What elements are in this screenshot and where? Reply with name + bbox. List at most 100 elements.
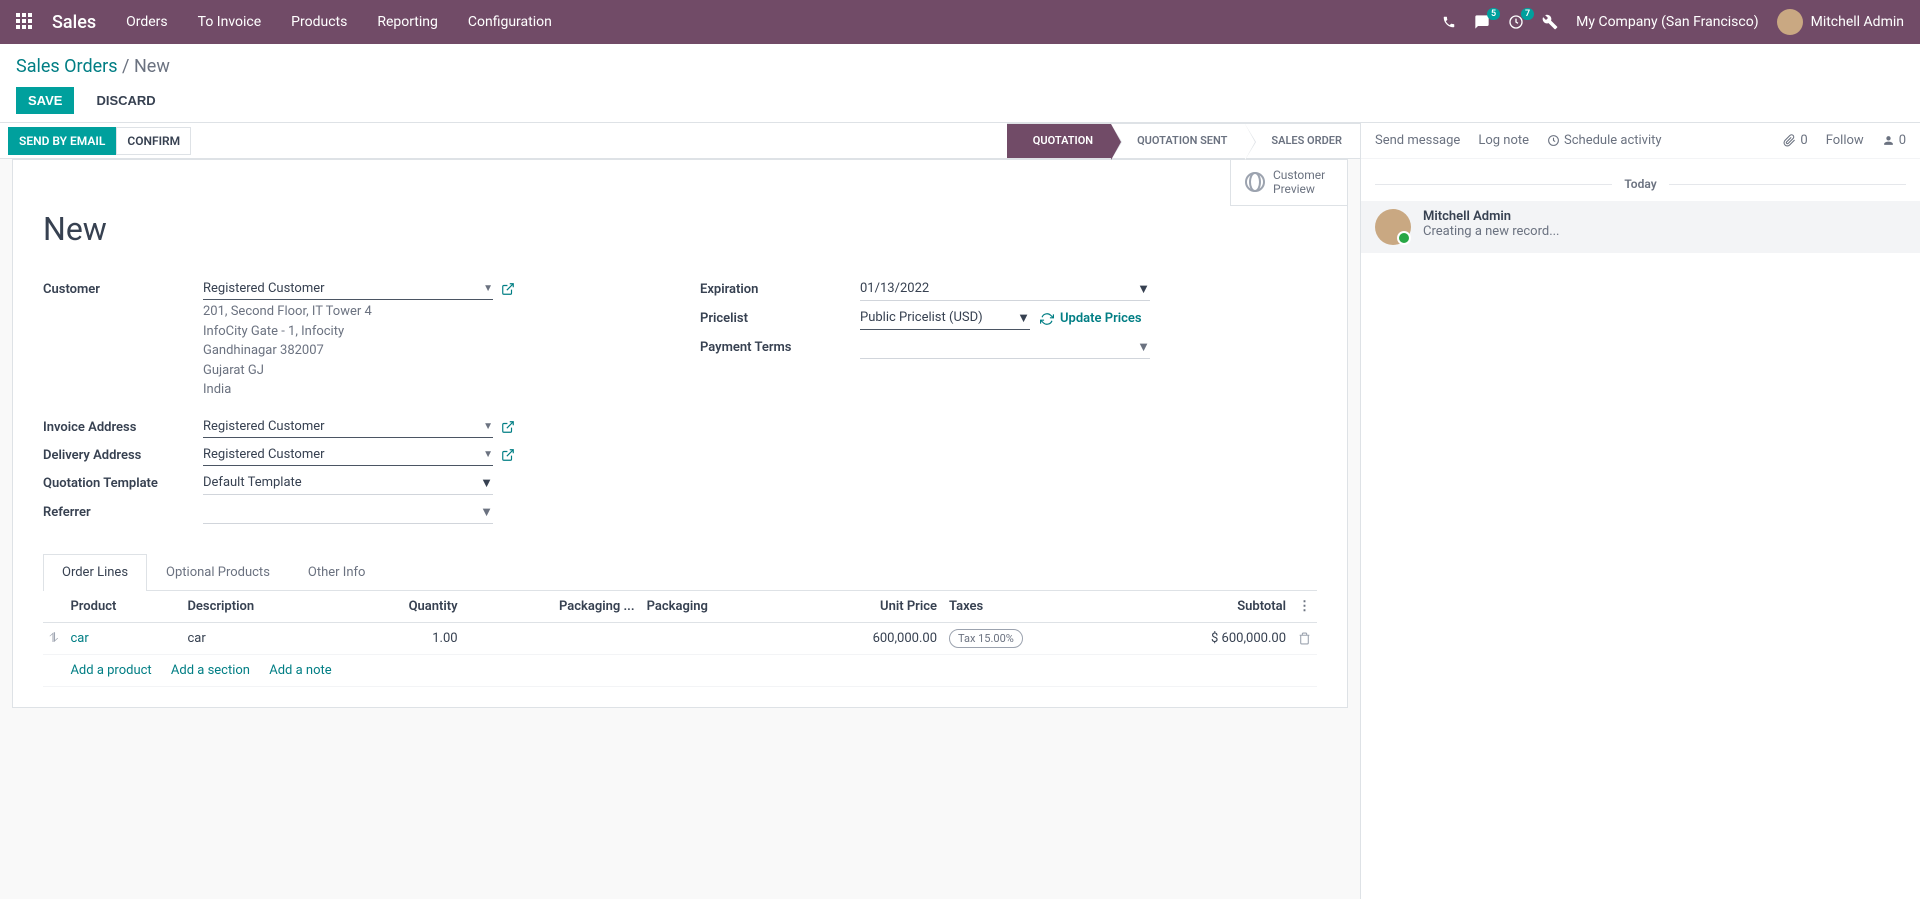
follow-button[interactable]: Follow	[1826, 133, 1864, 148]
customer-address: 201, Second Floor, IT Tower 4 InfoCity G…	[203, 302, 660, 400]
form-right: Expiration 01/13/2022▼ Pricelist Public …	[700, 278, 1317, 530]
tab-optional-products[interactable]: Optional Products	[147, 554, 289, 590]
col-taxes: Taxes	[943, 591, 1116, 623]
refresh-icon	[1040, 312, 1054, 326]
breadcrumb-root[interactable]: Sales Orders	[16, 56, 118, 77]
label-invoice-address: Invoice Address	[43, 416, 203, 438]
col-packaging: Packaging	[641, 591, 789, 623]
chevron-down-icon: ▼	[1137, 339, 1150, 355]
schedule-activity-button[interactable]: Schedule activity	[1547, 133, 1662, 148]
add-product-link[interactable]: Add a product	[70, 663, 151, 678]
invoice-address-field[interactable]: Registered Customer▼	[203, 416, 493, 438]
top-menu: Orders To Invoice Products Reporting Con…	[126, 14, 552, 30]
customer-field[interactable]: Registered Customer▼	[203, 278, 493, 300]
chatter-toolbar: Send message Log note Schedule activity …	[1361, 123, 1920, 159]
order-lines-table: Product Description Quantity Packaging .…	[43, 591, 1317, 687]
attachments-count[interactable]: 0	[1783, 133, 1807, 148]
update-prices-button[interactable]: Update Prices	[1040, 311, 1142, 326]
delivery-address-field[interactable]: Registered Customer▼	[203, 444, 493, 466]
globe-icon	[1245, 172, 1265, 192]
external-link-icon[interactable]	[501, 420, 515, 434]
user-name: Mitchell Admin	[1811, 14, 1904, 30]
user-menu[interactable]: Mitchell Admin	[1777, 9, 1904, 35]
message-text: Creating a new record...	[1423, 224, 1560, 239]
add-section-link[interactable]: Add a section	[171, 663, 250, 678]
messages-icon[interactable]: 5	[1474, 14, 1490, 30]
cell-description[interactable]: car	[181, 622, 340, 654]
label-pricelist: Pricelist	[700, 307, 860, 330]
form-sheet: Customer Preview New Customer Registered…	[12, 159, 1348, 708]
stage-quotation-sent[interactable]: QUOTATION SENT	[1111, 123, 1245, 159]
col-packaging-qty: Packaging ...	[464, 591, 641, 623]
followers-count[interactable]: 0	[1882, 133, 1906, 148]
form-left: Customer Registered Customer▼ 201, Secon…	[43, 278, 660, 530]
table-row[interactable]: ⥮ car car 1.00 600,000.00 Tax 15.00% $ 6…	[43, 622, 1317, 654]
menu-to-invoice[interactable]: To Invoice	[198, 14, 262, 30]
payment-terms-field[interactable]: ▼	[860, 336, 1150, 359]
paperclip-icon	[1783, 134, 1796, 147]
tab-other-info[interactable]: Other Info	[289, 554, 385, 590]
messages-badge: 5	[1487, 8, 1500, 20]
notebook-tabs: Order Lines Optional Products Other Info	[43, 554, 1317, 591]
col-unit-price: Unit Price	[789, 591, 943, 623]
label-customer: Customer	[43, 278, 203, 410]
main: SEND BY EMAIL CONFIRM QUOTATION QUOTATIO…	[0, 122, 1920, 899]
col-description: Description	[181, 591, 340, 623]
phone-icon[interactable]	[1442, 15, 1456, 29]
drag-handle-icon[interactable]: ⥮	[49, 631, 58, 646]
send-message-button[interactable]: Send message	[1375, 133, 1460, 148]
apps-icon[interactable]	[16, 13, 34, 31]
add-note-link[interactable]: Add a note	[269, 663, 331, 678]
avatar-icon	[1375, 209, 1411, 245]
kebab-icon[interactable]: ⋮	[1298, 599, 1311, 614]
chatter-date-separator: Today	[1361, 177, 1920, 191]
label-referrer: Referrer	[43, 501, 203, 524]
tax-badge[interactable]: Tax 15.00%	[949, 629, 1023, 648]
label-delivery-address: Delivery Address	[43, 444, 203, 466]
col-product: Product	[64, 591, 181, 623]
tab-order-lines[interactable]: Order Lines	[43, 554, 147, 591]
chevron-down-icon: ▼	[483, 283, 493, 294]
menu-orders[interactable]: Orders	[126, 14, 168, 30]
label-expiration: Expiration	[700, 278, 860, 301]
status-stages: QUOTATION QUOTATION SENT SALES ORDER	[1007, 123, 1360, 159]
send-email-button[interactable]: SEND BY EMAIL	[8, 127, 116, 155]
quotation-template-field[interactable]: Default Template▼	[203, 472, 493, 495]
form-actions: SAVE DISCARD	[16, 87, 1904, 114]
stage-sales-order[interactable]: SALES ORDER	[1245, 123, 1360, 159]
confirm-button[interactable]: CONFIRM	[116, 127, 191, 155]
record-title: New	[43, 210, 1317, 248]
menu-configuration[interactable]: Configuration	[468, 14, 552, 30]
label-quotation-template: Quotation Template	[43, 472, 203, 495]
cell-unit-price[interactable]: 600,000.00	[789, 622, 943, 654]
cell-product[interactable]: car	[70, 631, 88, 646]
col-subtotal: Subtotal	[1116, 591, 1292, 623]
expiration-field[interactable]: 01/13/2022▼	[860, 278, 1150, 301]
statusbar: SEND BY EMAIL CONFIRM QUOTATION QUOTATIO…	[0, 123, 1360, 159]
external-link-icon[interactable]	[501, 448, 515, 462]
chevron-down-icon: ▼	[483, 421, 493, 432]
stage-quotation[interactable]: QUOTATION	[1007, 123, 1111, 159]
activities-icon[interactable]: 7	[1508, 14, 1524, 30]
cell-quantity[interactable]: 1.00	[340, 622, 463, 654]
external-link-icon[interactable]	[501, 282, 515, 296]
menu-reporting[interactable]: Reporting	[377, 14, 438, 30]
col-quantity: Quantity	[340, 591, 463, 623]
topnav-right: 5 7 My Company (San Francisco) Mitchell …	[1442, 9, 1904, 35]
referrer-field[interactable]: ▼	[203, 501, 493, 524]
cell-packaging-qty[interactable]	[464, 622, 641, 654]
company-selector[interactable]: My Company (San Francisco)	[1576, 14, 1758, 30]
app-brand[interactable]: Sales	[52, 12, 96, 33]
debug-icon[interactable]	[1542, 14, 1558, 30]
breadcrumb: Sales Orders / New	[16, 56, 1904, 77]
cell-packaging[interactable]	[641, 622, 789, 654]
save-button[interactable]: SAVE	[16, 87, 74, 114]
pricelist-field[interactable]: Public Pricelist (USD)▼	[860, 307, 1030, 330]
menu-products[interactable]: Products	[291, 14, 347, 30]
discard-button[interactable]: DISCARD	[84, 87, 167, 114]
breadcrumb-current: New	[134, 56, 170, 77]
customer-preview-button[interactable]: Customer Preview	[1230, 160, 1347, 206]
clock-icon	[1547, 134, 1560, 147]
log-note-button[interactable]: Log note	[1478, 133, 1529, 148]
trash-icon[interactable]	[1298, 632, 1311, 645]
